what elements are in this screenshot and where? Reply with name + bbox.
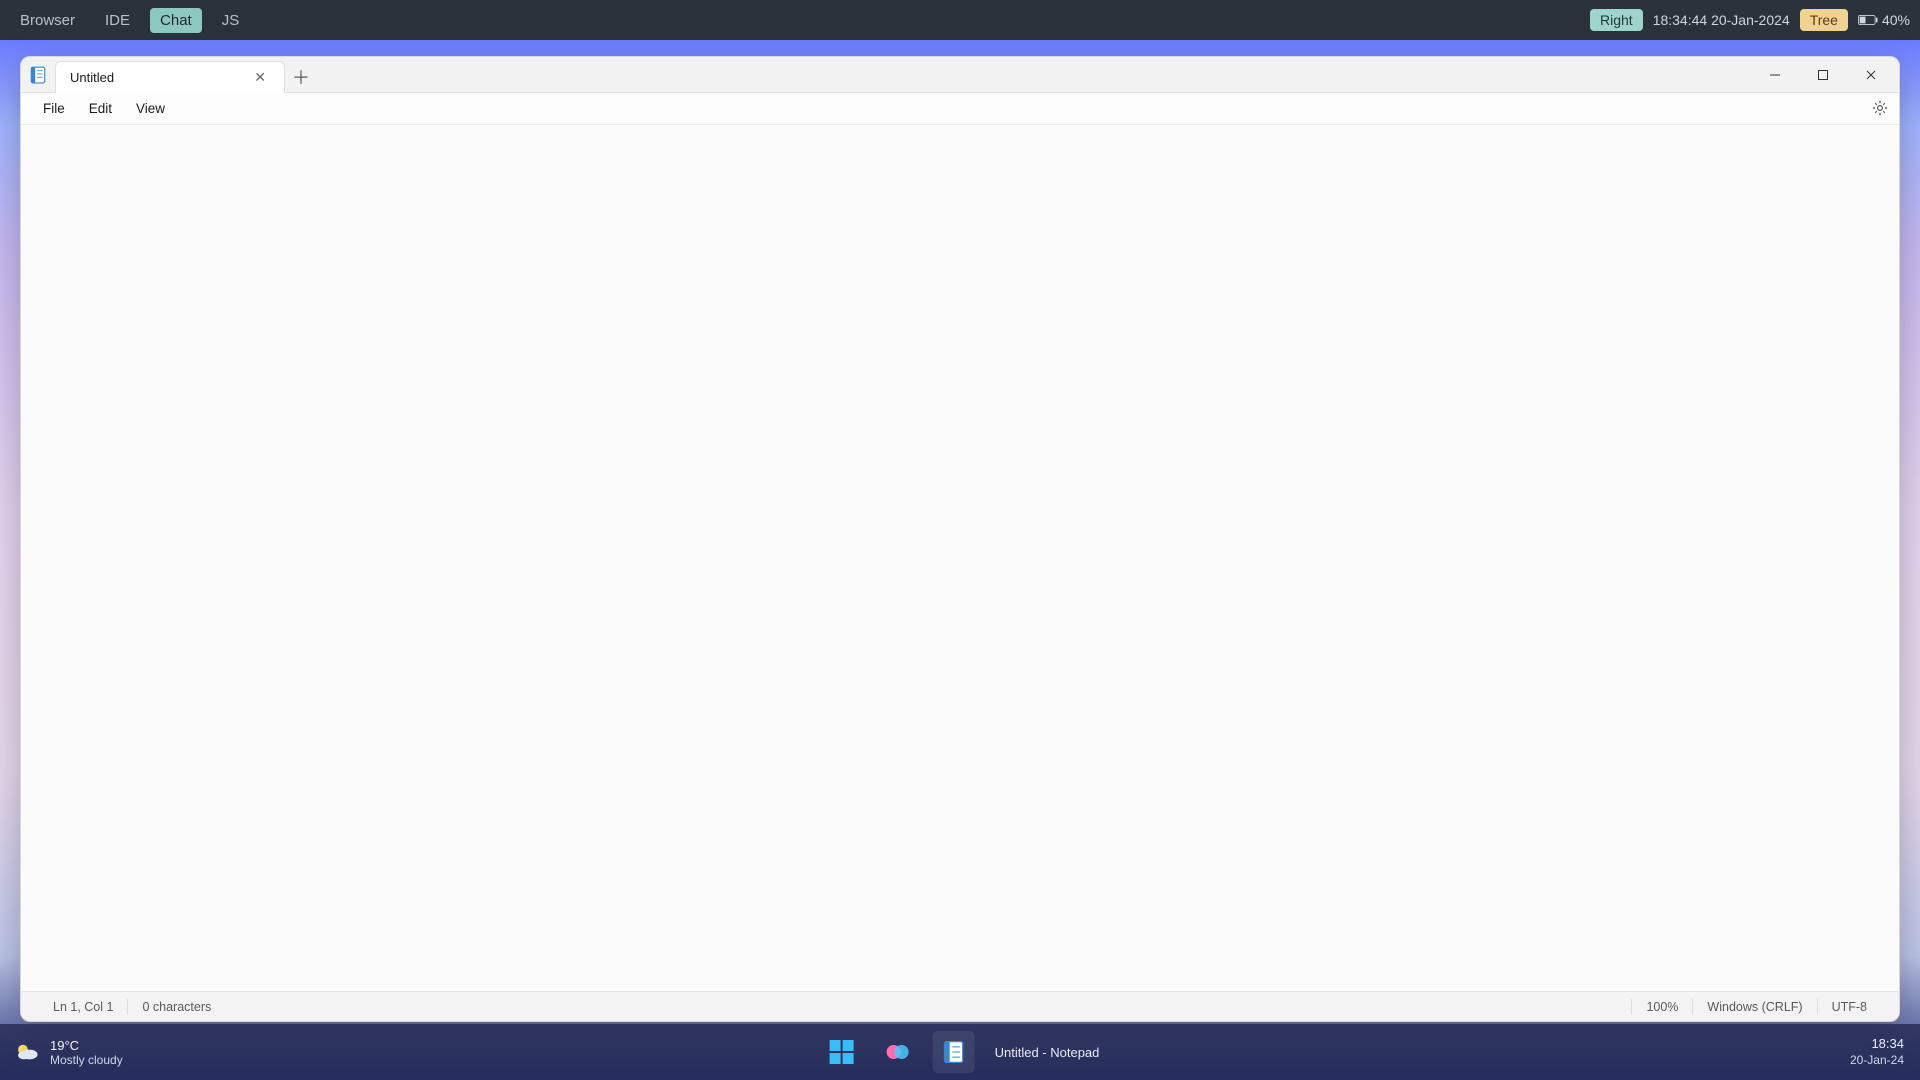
new-tab-button[interactable]: ＋ <box>285 61 317 92</box>
taskbar-date: 20-Jan-24 <box>1850 1053 1904 1068</box>
status-cursor-position: Ln 1, Col 1 <box>39 1000 127 1014</box>
windows-logo-icon <box>829 1039 855 1065</box>
host-battery: 40% <box>1858 12 1910 28</box>
taskbar-clock[interactable]: 18:34 20-Jan-24 <box>1834 1036 1920 1067</box>
taskbar-app-notepad[interactable] <box>933 1031 975 1073</box>
host-pill-tree[interactable]: Tree <box>1800 9 1848 31</box>
menu-file[interactable]: File <box>31 97 77 120</box>
window-titlebar[interactable]: Untitled ✕ ＋ <box>21 57 1899 93</box>
window-close-button[interactable] <box>1847 57 1895 93</box>
status-zoom[interactable]: 100% <box>1632 1000 1692 1014</box>
host-tab-ide[interactable]: IDE <box>95 8 140 33</box>
window-minimize-button[interactable] <box>1751 57 1799 93</box>
host-pill-right[interactable]: Right <box>1590 9 1643 31</box>
statusbar: Ln 1, Col 1 0 characters 100% Windows (C… <box>21 991 1899 1021</box>
copilot-icon <box>885 1039 911 1065</box>
host-tab-js[interactable]: JS <box>212 8 250 33</box>
maximize-icon <box>1817 69 1829 81</box>
close-icon <box>1865 69 1877 81</box>
menu-edit[interactable]: Edit <box>77 97 124 120</box>
weather-condition: Mostly cloudy <box>50 1053 123 1067</box>
windows-taskbar: 19°C Mostly cloudy Untitled - Notepad 18… <box>0 1024 1920 1080</box>
taskbar-active-window-label[interactable]: Untitled - Notepad <box>995 1045 1100 1060</box>
taskbar-app-copilot[interactable] <box>877 1031 919 1073</box>
notepad-menubar: File Edit View <box>21 93 1899 125</box>
gear-icon <box>1871 99 1889 117</box>
taskbar-weather[interactable]: 19°C Mostly cloudy <box>0 1038 137 1067</box>
editor-textarea[interactable] <box>21 125 1899 991</box>
notepad-app-icon <box>21 57 55 92</box>
settings-button[interactable] <box>1871 99 1889 120</box>
window-controls <box>1751 57 1895 93</box>
status-encoding[interactable]: UTF-8 <box>1818 1000 1881 1014</box>
document-tab[interactable]: Untitled ✕ <box>55 61 285 93</box>
notepad-window: Untitled ✕ ＋ File Edit View <box>20 56 1900 1022</box>
weather-temp: 19°C <box>50 1038 123 1053</box>
taskbar-center: Untitled - Notepad <box>821 1031 1100 1073</box>
host-tab-chat[interactable]: Chat <box>150 8 202 33</box>
host-tab-browser[interactable]: Browser <box>10 8 85 33</box>
close-tab-button[interactable]: ✕ <box>250 68 270 86</box>
host-datetime: 18:34:44 20-Jan-2024 <box>1653 12 1790 28</box>
minimize-icon <box>1769 69 1781 81</box>
battery-icon <box>1858 14 1878 26</box>
start-button[interactable] <box>821 1031 863 1073</box>
editor-area <box>21 125 1899 991</box>
notepad-icon <box>941 1039 967 1065</box>
window-maximize-button[interactable] <box>1799 57 1847 93</box>
weather-icon <box>14 1039 40 1065</box>
status-char-count: 0 characters <box>128 1000 225 1014</box>
desktop-wallpaper: Untitled ✕ ＋ File Edit View <box>0 40 1920 1080</box>
host-top-bar: Browser IDE Chat JS Right 18:34:44 20-Ja… <box>0 0 1920 40</box>
status-line-endings[interactable]: Windows (CRLF) <box>1693 1000 1816 1014</box>
host-battery-pct: 40% <box>1882 12 1910 28</box>
menu-view[interactable]: View <box>124 97 177 120</box>
taskbar-time: 18:34 <box>1850 1036 1904 1052</box>
document-tab-title: Untitled <box>70 70 114 85</box>
